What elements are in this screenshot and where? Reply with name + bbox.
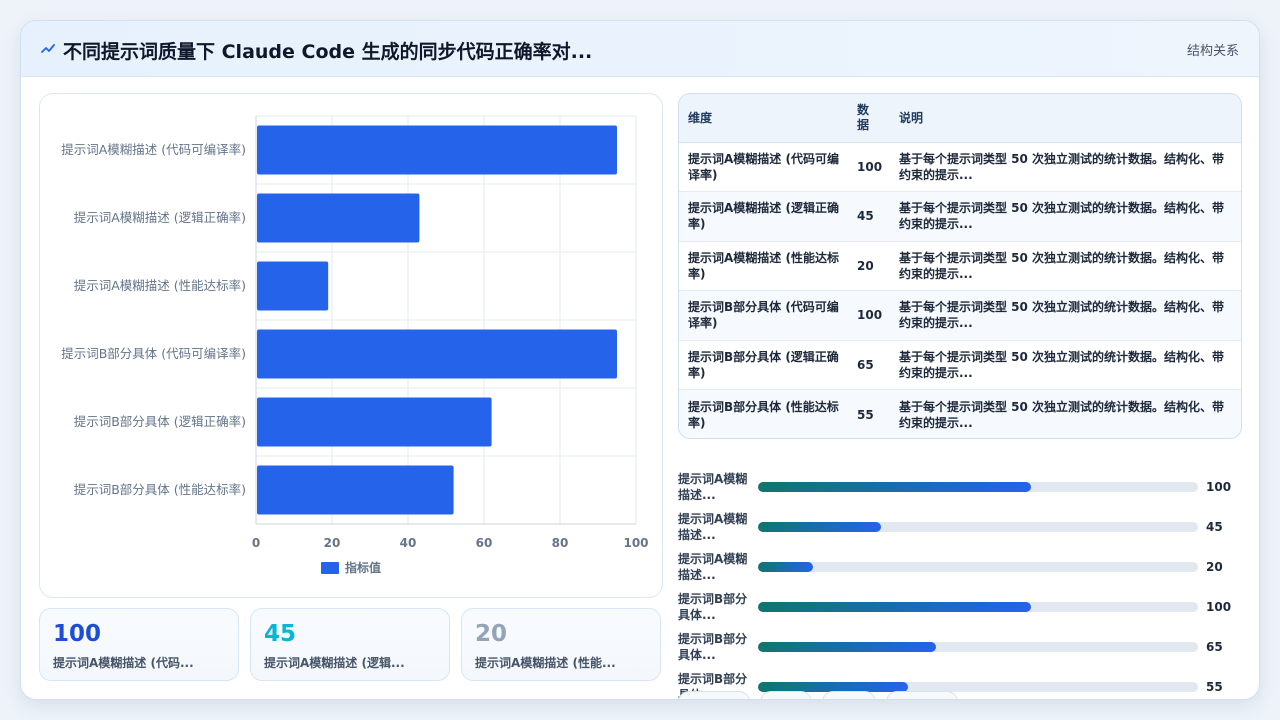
sparkline-icon xyxy=(41,44,55,53)
cell-value: 45 xyxy=(849,191,889,241)
progress-track xyxy=(758,562,1198,572)
column-header-description: 说明 xyxy=(889,94,1241,143)
cell-description: 基于每个提示词类型 50 次独立测试的统计数据。结构化、带约束的提示... xyxy=(889,191,1241,241)
cell-description: 基于每个提示词类型 50 次独立测试的统计数据。结构化、带约束的提示... xyxy=(889,240,1241,291)
progress-track xyxy=(758,642,1198,652)
stat-card: 45 提示词A模糊描述 (逻辑... xyxy=(250,608,450,681)
progress-label: 提示词B部分具体... xyxy=(678,632,748,662)
progress-track xyxy=(758,602,1198,612)
stat-value: 100 xyxy=(53,621,102,647)
structure-link[interactable]: 结构关系 xyxy=(1187,40,1239,59)
progress-track xyxy=(758,522,1198,532)
bar xyxy=(257,261,329,311)
cell-dimension: 提示词B部分具体 (逻辑正确率) xyxy=(679,339,849,390)
progress-label: 提示词A模糊描述... xyxy=(678,472,748,502)
filter-pill[interactable] xyxy=(822,691,876,699)
progress-label: 提示词A模糊描述... xyxy=(678,512,748,542)
filter-pill[interactable] xyxy=(886,691,958,699)
filter-pill[interactable] xyxy=(760,691,812,699)
cell-value: 55 xyxy=(849,389,889,438)
progress-value: 100 xyxy=(1206,480,1232,494)
cell-dimension: 提示词A模糊描述 (代码可编译率) xyxy=(679,141,849,192)
cell-description: 基于每个提示词类型 50 次独立测试的统计数据。结构化、带约束的提示... xyxy=(889,389,1241,438)
progress-row: 提示词A模糊描述... 20 xyxy=(678,551,1248,585)
category-label: 提示词B部分具体 (代码可编译率) xyxy=(61,346,246,361)
data-table: 维度 数据 说明 提示词A模糊描述 (代码可编译率) 100 基于每个提示词类型 5… xyxy=(679,94,1241,438)
stat-card: 20 提示词A模糊描述 (性能... xyxy=(461,608,661,681)
x-tick-label: 80 xyxy=(552,536,569,550)
bar xyxy=(257,397,492,447)
x-tick-label: 60 xyxy=(476,536,493,550)
stat-card: 100 提示词A模糊描述 (代码... xyxy=(39,608,239,681)
progress-track xyxy=(758,682,1198,692)
cell-value: 100 xyxy=(849,290,889,340)
table-row: 提示词B部分具体 (代码可编译率) 100 基于每个提示词类型 50 次独立测试的统… xyxy=(679,290,1241,340)
x-tick-label: 40 xyxy=(400,536,417,550)
progress-fill xyxy=(758,602,1031,612)
category-label: 提示词B部分具体 (逻辑正确率) xyxy=(74,414,246,429)
table-row: 提示词A模糊描述 (代码可编译率) 100 基于每个提示词类型 50 次独立测试的统… xyxy=(679,141,1241,192)
progress-value: 65 xyxy=(1206,640,1223,654)
progress-label: 提示词B部分具体... xyxy=(678,592,748,622)
progress-label: 提示词A模糊描述... xyxy=(678,552,748,582)
x-tick-label: 20 xyxy=(324,536,341,550)
bar xyxy=(257,125,617,175)
stat-label: 提示词A模糊描述 (代码... xyxy=(53,656,194,670)
legend-label: 指标值 xyxy=(345,560,381,575)
cell-value: 20 xyxy=(849,240,889,291)
progress-fill xyxy=(758,562,813,572)
table-row: 提示词A模糊描述 (性能达标率) 20 基于每个提示词类型 50 次独立测试的统计数… xyxy=(679,240,1241,291)
cell-dimension: 提示词A模糊描述 (逻辑正确率) xyxy=(679,191,849,241)
category-label: 提示词A模糊描述 (代码可编译率) xyxy=(61,142,246,157)
bar xyxy=(257,193,420,243)
column-header-data: 数据 xyxy=(849,94,889,143)
bar-chart-panel: 提示词A模糊描述 (代码可编译率) 提示词A模糊描述 (逻辑正确率) 提示词A模糊描… xyxy=(39,93,663,598)
table-row: 提示词B部分具体 (性能达标率) 55 基于每个提示词类型 50 次独立测试的统计数… xyxy=(679,389,1241,438)
dashboard-card: 不同提示词质量下 Claude Code 生成的同步代码正确率对... 结构关系… xyxy=(20,20,1260,700)
column-header-dimension: 维度 xyxy=(679,94,849,143)
table-row: 提示词B部分具体 (逻辑正确率) 65 基于每个提示词类型 50 次独立测试的统计数… xyxy=(679,339,1241,390)
table-row: 提示词A模糊描述 (逻辑正确率) 45 基于每个提示词类型 50 次独立测试的统计数… xyxy=(679,191,1241,241)
bar xyxy=(257,329,617,379)
legend-swatch xyxy=(321,562,339,574)
progress-fill xyxy=(758,642,937,652)
progress-value: 45 xyxy=(1206,520,1223,534)
stat-label: 提示词A模糊描述 (逻辑... xyxy=(264,656,405,670)
card-header: 不同提示词质量下 Claude Code 生成的同步代码正确率对... 结构关系 xyxy=(21,21,1259,77)
category-label: 提示词B部分具体 (性能达标率) xyxy=(74,482,246,497)
progress-track xyxy=(758,482,1198,492)
x-tick-label: 0 xyxy=(252,536,260,550)
x-tick-label: 100 xyxy=(623,536,648,550)
progress-value: 100 xyxy=(1206,600,1232,614)
category-label: 提示词A模糊描述 (逻辑正确率) xyxy=(74,210,246,225)
cell-description: 基于每个提示词类型 50 次独立测试的统计数据。结构化、带约束的提示... xyxy=(889,339,1241,390)
column-header-data-text: 数据 xyxy=(857,102,870,132)
progress-fill xyxy=(758,522,882,532)
progress-row: 提示词B部分具体... 65 xyxy=(678,631,1248,665)
category-label: 提示词A模糊描述 (性能达标率) xyxy=(74,278,246,293)
stat-label: 提示词A模糊描述 (性能... xyxy=(475,656,616,670)
cell-dimension: 提示词B部分具体 (代码可编译率) xyxy=(679,290,849,340)
bar xyxy=(257,465,454,515)
progress-fill xyxy=(758,482,1031,492)
cell-value: 100 xyxy=(849,141,889,192)
progress-value: 55 xyxy=(1206,680,1223,694)
filter-pill[interactable] xyxy=(678,691,750,699)
cell-description: 基于每个提示词类型 50 次独立测试的统计数据。结构化、带约束的提示... xyxy=(889,141,1241,192)
cell-value: 65 xyxy=(849,339,889,390)
bar-chart: 提示词A模糊描述 (代码可编译率) 提示词A模糊描述 (逻辑正确率) 提示词A模糊描… xyxy=(61,115,649,575)
progress-row: 提示词A模糊描述... 100 xyxy=(678,471,1248,505)
page-title: 不同提示词质量下 Claude Code 生成的同步代码正确率对... xyxy=(63,41,593,63)
stat-value: 20 xyxy=(475,621,508,647)
stat-value: 45 xyxy=(264,621,297,647)
cell-dimension: 提示词A模糊描述 (性能达标率) xyxy=(679,240,849,291)
progress-row: 提示词A模糊描述... 45 xyxy=(678,511,1248,545)
cell-description: 基于每个提示词类型 50 次独立测试的统计数据。结构化、带约束的提示... xyxy=(889,290,1241,340)
cell-dimension: 提示词B部分具体 (性能达标率) xyxy=(679,389,849,438)
progress-value: 20 xyxy=(1206,560,1223,574)
data-table-panel: 维度 数据 说明 提示词A模糊描述 (代码可编译率) 100 基于每个提示词类型 5… xyxy=(678,93,1242,439)
progress-row: 提示词B部分具体... 100 xyxy=(678,591,1248,625)
